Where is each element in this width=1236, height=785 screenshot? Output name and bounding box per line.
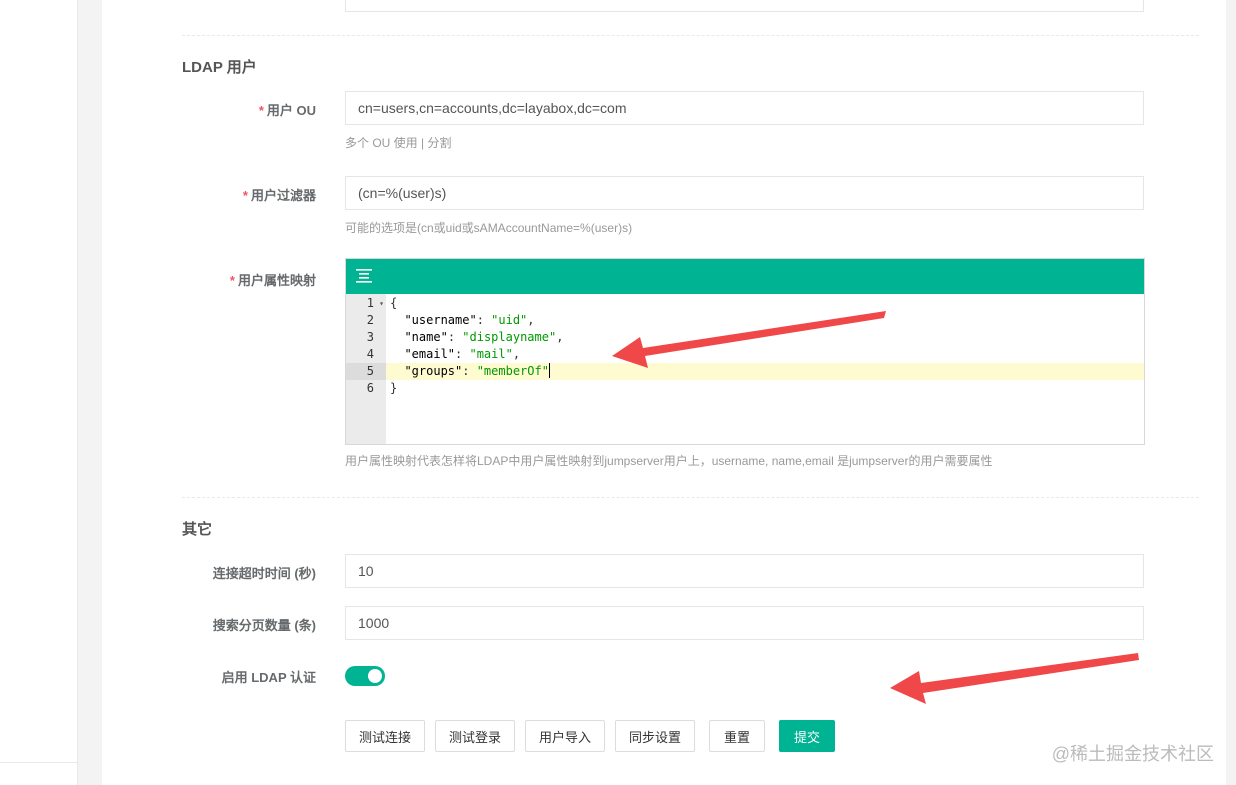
json-editor-code[interactable]: { "username": "uid", "name": "displaynam…: [386, 294, 1144, 444]
json-punct: [390, 364, 404, 378]
user-ou-label: * 用户 OU: [102, 100, 316, 119]
page-size-input[interactable]: [345, 606, 1144, 640]
import-users-button[interactable]: 用户导入: [525, 720, 605, 752]
attr-map-label-text: 用户属性映射: [237, 273, 316, 288]
code-line[interactable]: {: [386, 295, 1144, 312]
json-punct: ,: [512, 347, 521, 361]
required-mark: *: [242, 188, 248, 203]
json-editor-gutter: 1 ▾ 2 3 4 5 6: [346, 294, 386, 444]
json-key: "email": [404, 347, 456, 361]
code-line[interactable]: "name": "displayname",: [386, 329, 1144, 346]
json-string: "memberOf": [476, 364, 549, 378]
json-punct: }: [390, 381, 398, 395]
line-number-text: 4: [366, 347, 374, 361]
page-size-label: 搜索分页数量 (条): [212, 618, 316, 633]
test-login-button[interactable]: 测试登录: [435, 720, 515, 752]
line-number-text: 3: [366, 330, 374, 344]
toggle-knob: [368, 669, 382, 683]
submit-button[interactable]: 提交: [779, 720, 835, 752]
code-line[interactable]: "username": "uid",: [386, 312, 1144, 329]
line-number-text: 6: [366, 381, 374, 395]
json-string: "mail": [469, 347, 513, 361]
timeout-input[interactable]: [345, 554, 1144, 588]
json-punct: :: [462, 364, 477, 378]
line-number-text: 2: [366, 313, 374, 327]
line-number: 2: [346, 312, 386, 329]
user-ou-help: 多个 OU 使用 | 分割: [345, 136, 452, 150]
json-punct: ,: [556, 330, 564, 344]
json-key: "groups": [404, 364, 463, 378]
section-title-other: 其它: [182, 521, 213, 538]
line-number: 4: [346, 346, 386, 363]
line-number-text: 1: [366, 296, 374, 310]
test-connection-button[interactable]: 测试连接: [345, 720, 425, 752]
json-editor-toolbar: [346, 259, 1144, 294]
json-string: "uid": [491, 313, 528, 327]
watermark: @稀土掘金技术社区: [1051, 744, 1214, 764]
json-key: "username": [404, 313, 477, 327]
json-punct: [390, 330, 404, 344]
json-key: "name": [404, 330, 448, 344]
json-punct: :: [476, 313, 492, 327]
json-punct: ,: [527, 313, 535, 327]
user-ou-label-text: 用户 OU: [266, 103, 316, 118]
user-filter-help: 可能的选项是(cn或uid或sAMAccountName=%(user)s): [345, 221, 633, 235]
required-mark: *: [258, 103, 264, 118]
line-number: 1 ▾: [346, 295, 386, 312]
reset-button[interactable]: 重置: [709, 720, 765, 752]
user-filter-input[interactable]: [345, 176, 1144, 210]
previous-field-input[interactable]: [345, 0, 1144, 12]
json-punct: {: [390, 296, 398, 310]
json-string: "displayname": [462, 330, 557, 344]
json-editor[interactable]: 1 ▾ 2 3 4 5 6 { "username": "uid", "name": "di…: [345, 258, 1145, 445]
user-filter-label-text: 用户过滤器: [250, 188, 316, 203]
sync-settings-button[interactable]: 同步设置: [615, 720, 695, 752]
enable-ldap-label: 启用 LDAP 认证: [221, 670, 316, 685]
format-icon[interactable]: [356, 269, 372, 283]
line-number-text: 5: [366, 364, 374, 378]
fold-arrow-icon[interactable]: ▾: [379, 295, 384, 312]
user-ou-input[interactable]: [345, 91, 1144, 125]
text-caret: [548, 363, 550, 378]
enable-ldap-toggle[interactable]: [345, 666, 385, 686]
settings-form: LDAP 用户 *用户 OU 多个 OU 使用 | 分割 *用户过滤器 可能的选…: [102, 0, 1226, 785]
sidebar-bottom-divider: [0, 762, 77, 763]
json-punct: :: [455, 347, 470, 361]
user-filter-label: * 用户过滤器: [102, 185, 316, 204]
left-sidebar: [0, 0, 78, 785]
line-number: 6: [346, 380, 386, 397]
section-title-ldap-user: LDAP 用户: [182, 59, 257, 76]
json-punct: [390, 347, 404, 361]
required-mark: *: [229, 273, 235, 288]
json-punct: [390, 313, 404, 327]
code-line[interactable]: }: [386, 380, 1144, 397]
code-line[interactable]: "groups": "memberOf": [386, 363, 1144, 380]
section-divider-top: [182, 35, 1199, 36]
attr-map-help: 用户属性映射代表怎样将LDAP中用户属性映射到jumpserver用户上，use…: [345, 454, 993, 468]
timeout-label: 连接超时时间 (秒): [212, 566, 316, 581]
line-number: 3: [346, 329, 386, 346]
attr-map-label: * 用户属性映射: [102, 270, 316, 289]
section-divider-other: [182, 497, 1199, 498]
json-punct: :: [447, 330, 463, 344]
line-number: 5: [346, 363, 386, 380]
code-line[interactable]: "email": "mail",: [386, 346, 1144, 363]
